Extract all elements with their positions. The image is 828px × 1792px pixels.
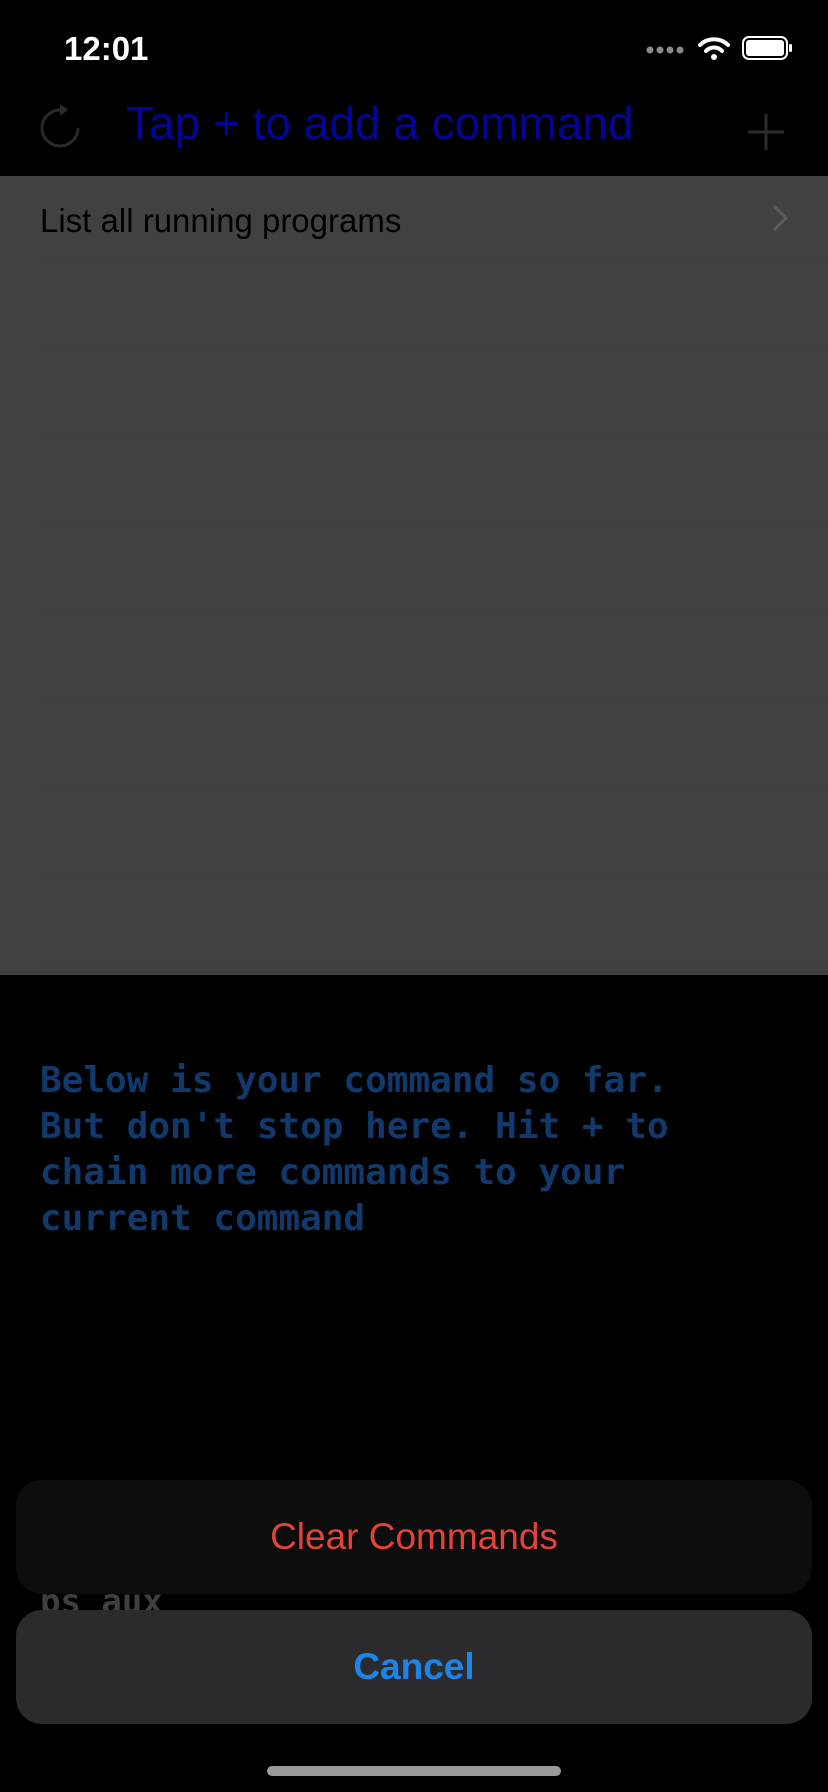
status-time: 12:01 <box>64 30 149 67</box>
empty-row <box>40 528 828 616</box>
refresh-icon[interactable] <box>38 104 82 157</box>
page-title: Tap + to add a command <box>126 97 634 149</box>
status-bar: 12:01 <box>0 0 828 100</box>
chevron-right-icon <box>772 204 789 237</box>
list-item-label: List all running programs <box>40 202 402 239</box>
list-item[interactable]: List all running programs <box>40 176 828 264</box>
command-list: List all running programs <box>0 176 828 975</box>
empty-row <box>40 264 828 352</box>
clear-commands-button[interactable]: Clear Commands <box>16 1480 812 1594</box>
empty-row <box>40 792 828 880</box>
empty-row <box>40 352 828 440</box>
empty-row <box>40 704 828 792</box>
battery-icon <box>742 36 794 65</box>
wifi-icon <box>698 36 730 65</box>
home-indicator[interactable] <box>267 1766 561 1776</box>
empty-row <box>40 616 828 704</box>
signal-icon <box>646 42 686 60</box>
command-description: Below is your command so far. But don't … <box>40 1060 669 1239</box>
plus-icon[interactable] <box>746 112 786 157</box>
cancel-button[interactable]: Cancel <box>16 1610 812 1724</box>
empty-row <box>40 880 828 968</box>
empty-row <box>40 440 828 528</box>
status-icons <box>646 36 794 65</box>
